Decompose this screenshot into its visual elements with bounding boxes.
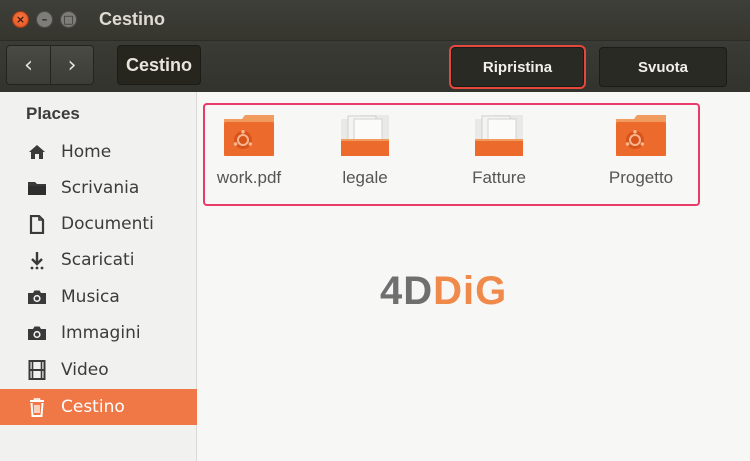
navigation-buttons: ‹ › bbox=[6, 45, 94, 85]
folder-icon bbox=[26, 177, 48, 199]
sidebar-item-label: Scaricati bbox=[61, 250, 135, 270]
close-icon: × bbox=[15, 13, 26, 26]
document-folder-icon bbox=[310, 114, 420, 164]
file-name: Fatture bbox=[472, 168, 526, 187]
file-name: Progetto bbox=[608, 168, 674, 187]
document-folder-icon bbox=[444, 114, 554, 164]
toolbar: ‹ › Cestino Ripristina Svuota bbox=[0, 40, 750, 92]
restore-button[interactable]: Ripristina bbox=[449, 45, 586, 89]
watermark-logo: 4DDiG bbox=[380, 269, 507, 314]
sidebar-item-cestino[interactable]: Cestino bbox=[0, 389, 197, 425]
watermark-part: 4D bbox=[380, 269, 434, 313]
orange-folder-icon bbox=[194, 114, 304, 164]
watermark-part: DiG bbox=[433, 269, 508, 313]
camera-icon bbox=[26, 322, 48, 344]
sidebar-item-documenti[interactable]: Documenti bbox=[0, 206, 197, 242]
sidebar-heading: Places bbox=[26, 104, 80, 123]
minimize-icon: – bbox=[41, 13, 48, 26]
close-window-button[interactable]: × bbox=[12, 11, 29, 28]
file-name: work.pdf bbox=[216, 168, 282, 187]
trash-icon bbox=[26, 396, 48, 418]
forward-button[interactable]: › bbox=[49, 46, 93, 84]
camera-icon bbox=[26, 286, 48, 308]
sidebar-item-scrivania[interactable]: Scrivania bbox=[0, 170, 197, 206]
file-item[interactable]: work.pdf bbox=[194, 114, 304, 194]
sidebar-item-scaricati[interactable]: Scaricati bbox=[0, 242, 197, 278]
path-bar-button[interactable]: Cestino bbox=[117, 45, 201, 85]
sidebar-item-musica[interactable]: Musica bbox=[0, 279, 197, 315]
chevron-left-icon: ‹ bbox=[24, 52, 33, 78]
home-icon bbox=[26, 141, 48, 163]
title-bar: × – □ Cestino bbox=[0, 0, 750, 40]
sidebar-item-label: Immagini bbox=[61, 323, 141, 343]
file-view: work.pdf legale Fatture Progetto 4DDiG bbox=[197, 92, 750, 461]
sidebar-item-label: Musica bbox=[61, 287, 120, 307]
sidebar-item-immagini[interactable]: Immagini bbox=[0, 315, 197, 351]
file-item[interactable]: Progetto bbox=[586, 114, 696, 194]
maximize-icon: □ bbox=[63, 13, 74, 26]
sidebar-item-home[interactable]: Home bbox=[0, 134, 197, 170]
download-icon bbox=[26, 249, 48, 271]
sidebar-item-label: Documenti bbox=[61, 214, 154, 234]
orange-folder-icon bbox=[586, 114, 696, 164]
sidebar-item-video[interactable]: Video bbox=[0, 352, 197, 388]
file-manager-window: × – □ Cestino ‹ › Cestino Ripristina Svu… bbox=[0, 0, 750, 461]
minimize-window-button[interactable]: – bbox=[36, 11, 53, 28]
sidebar-item-label: Home bbox=[61, 142, 112, 162]
sidebar-item-label: Cestino bbox=[61, 397, 125, 417]
empty-trash-button[interactable]: Svuota bbox=[599, 47, 727, 87]
sidebar-item-label: Video bbox=[61, 360, 109, 380]
film-icon bbox=[26, 359, 48, 381]
file-item[interactable]: Fatture bbox=[444, 114, 554, 194]
document-icon bbox=[26, 213, 48, 235]
chevron-right-icon: › bbox=[67, 52, 77, 78]
file-name: legale bbox=[342, 168, 388, 187]
window-title: Cestino bbox=[99, 9, 166, 29]
sidebar: Places Home Scrivania Documenti Scaricat… bbox=[0, 92, 197, 461]
maximize-window-button[interactable]: □ bbox=[60, 11, 77, 28]
file-item[interactable]: legale bbox=[310, 114, 420, 194]
back-button[interactable]: ‹ bbox=[7, 46, 50, 84]
sidebar-item-label: Scrivania bbox=[61, 178, 140, 198]
